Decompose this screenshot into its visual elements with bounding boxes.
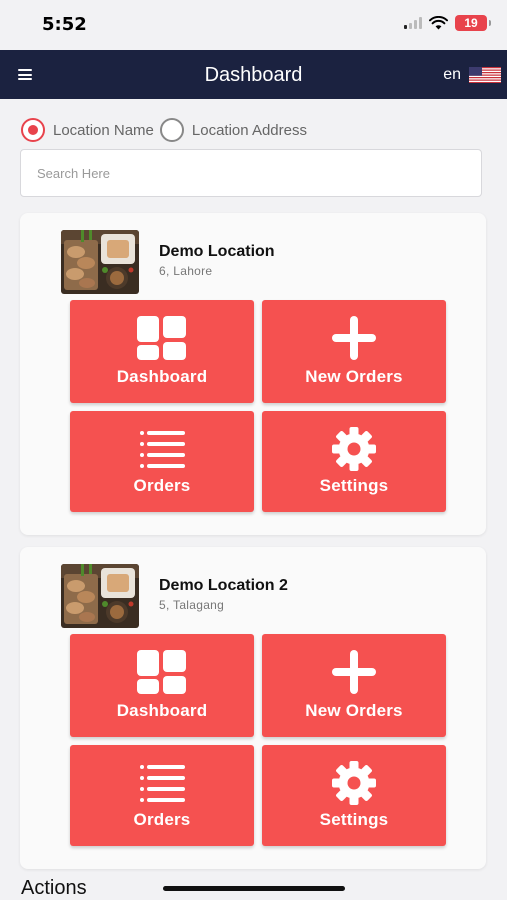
location-address: 6, Lahore: [159, 264, 213, 278]
language-code: en: [443, 66, 461, 83]
status-icons: 19: [404, 15, 491, 31]
tile-label: Settings: [319, 476, 389, 495]
gear-icon: [332, 427, 376, 471]
settings-button[interactable]: Settings: [262, 411, 446, 512]
dashboard-button[interactable]: Dashboard: [70, 300, 254, 403]
home-indicator: [163, 886, 345, 891]
radio-label: Location Name: [53, 121, 154, 139]
dashboard-button[interactable]: Dashboard: [70, 634, 254, 737]
list-icon: [140, 765, 185, 802]
actions-heading: Actions: [21, 877, 87, 899]
location-name: Demo Location: [159, 243, 275, 260]
tile-label: New Orders: [305, 701, 403, 720]
plus-icon: [332, 650, 376, 694]
tile-label: Orders: [133, 476, 191, 495]
settings-button[interactable]: Settings: [262, 745, 446, 846]
tile-label: Dashboard: [116, 701, 208, 720]
radio-button-selected[interactable]: [21, 118, 45, 142]
search-mode-radio-group: Location Name Location Address: [21, 118, 313, 142]
location-name: Demo Location 2: [159, 577, 288, 594]
orders-button[interactable]: Orders: [70, 745, 254, 846]
new-orders-button[interactable]: New Orders: [262, 634, 446, 737]
status-bar: 5:52 19: [0, 0, 507, 50]
radio-button[interactable]: [159, 118, 184, 142]
us-flag-icon: [469, 67, 501, 83]
dashboard-grid-icon: [137, 316, 186, 360]
location-thumbnail: [61, 230, 139, 294]
radio-location-address[interactable]: Location Address: [159, 118, 307, 142]
gear-icon: [332, 761, 376, 805]
location-card: Demo Location 6, Lahore Dashboard New Or…: [20, 213, 486, 535]
radio-location-name[interactable]: Location Name: [21, 118, 154, 142]
location-address: 5, Talagang: [159, 598, 225, 612]
tile-label: New Orders: [305, 367, 403, 386]
language-switcher[interactable]: en: [443, 66, 501, 84]
orders-button[interactable]: Orders: [70, 411, 254, 512]
battery-icon: 19: [455, 15, 491, 31]
location-card: Demo Location 2 5, Talagang Dashboard Ne…: [20, 547, 486, 869]
search-input[interactable]: [20, 149, 482, 197]
tile-label: Dashboard: [116, 367, 208, 386]
list-icon: [140, 431, 185, 468]
cellular-signal-icon: [404, 17, 422, 29]
status-time: 5:52: [42, 14, 87, 35]
new-orders-button[interactable]: New Orders: [262, 300, 446, 403]
location-thumbnail: [61, 564, 139, 628]
app-header: Dashboard en: [0, 50, 507, 99]
page-title: Dashboard: [204, 64, 303, 86]
tile-label: Orders: [133, 810, 191, 829]
radio-label: Location Address: [191, 121, 307, 139]
dashboard-grid-icon: [137, 650, 186, 694]
plus-icon: [332, 316, 376, 360]
tile-label: Settings: [319, 810, 389, 829]
wifi-icon: [429, 16, 448, 30]
